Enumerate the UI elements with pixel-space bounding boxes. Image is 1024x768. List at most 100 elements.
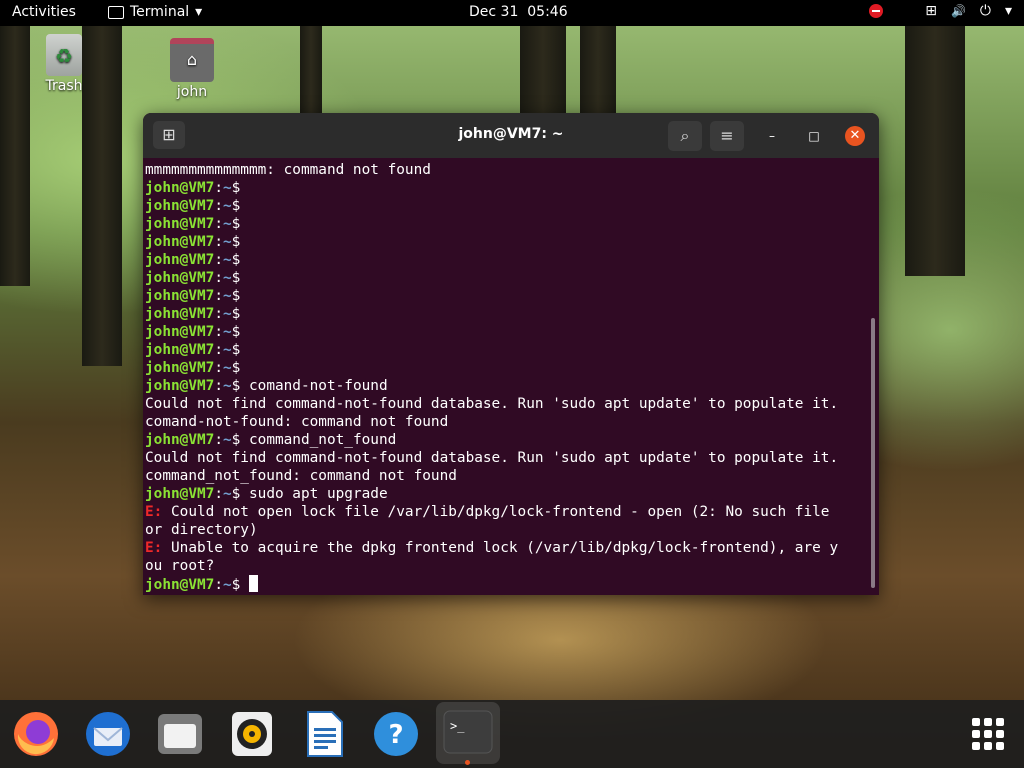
terminal-line: Could not find command-not-found databas… [145,395,865,413]
files-icon [158,714,202,754]
terminal-line: john@VM7:~$ comand-not-found [145,377,865,395]
terminal-line: john@VM7:~$ [145,359,865,377]
menu-button[interactable]: ≡ [710,121,744,151]
prompt-separator: : [214,342,223,358]
volume-icon[interactable]: 🔊 [951,4,966,18]
terminal-glyph: >_ [450,719,465,733]
output-text: command_not_found: command not found [145,468,457,484]
error-tag: E: [145,540,163,556]
clock[interactable]: Dec 31 05:46 [469,4,568,20]
terminal-line: E: Could not open lock file /var/lib/dpk… [145,503,865,521]
rhythmbox-icon [232,712,272,756]
grid-icon [972,718,980,726]
chevron-down-icon[interactable]: ▾ [1005,3,1012,19]
search-button[interactable]: ⌕ [668,121,702,151]
app-menu[interactable]: Terminal ▾ [108,4,202,20]
text-cursor[interactable] [249,575,258,592]
scrollbar[interactable] [871,318,875,588]
firefox-icon [14,712,58,756]
prompt-symbol: $ [231,306,241,322]
prompt-path: ~ [222,486,232,502]
title-bar[interactable]: ⊞ john@VM7: ~ ⌕ ≡ – □ ✕ [143,113,879,158]
dock-files[interactable] [156,710,204,758]
dock-help[interactable]: ? [372,710,420,758]
prompt-separator: : [214,216,223,232]
power-icon[interactable]: ⏻ [980,3,991,19]
desktop-icon-trash[interactable]: ♻ Trash [34,34,94,94]
prompt-separator: : [214,432,223,448]
terminal-line: mmmmmmmmmmmmmm: command not found [145,161,865,179]
prompt-separator: : [214,360,223,376]
prompt-symbol: $ [231,180,241,196]
prompt-path: ~ [222,432,232,448]
system-tray[interactable]: ⊞ 🔊 ⏻ ▾ [869,3,1012,19]
maximize-button[interactable]: □ [804,126,824,146]
terminal-line: command_not_found: command not found [145,467,865,485]
terminal-output[interactable]: mmmmmmmmmmmmmm: command not found john@VM… [145,158,865,595]
terminal-icon: >_ [443,710,493,754]
dock-thunderbird[interactable] [84,710,132,758]
wallpaper-tree [520,26,566,116]
terminal-window[interactable]: ⊞ john@VM7: ~ ⌕ ≡ – □ ✕ mmmmmmmmmmmmmm: … [143,113,879,595]
prompt-separator: : [214,288,223,304]
terminal-line: E: Unable to acquire the dpkg frontend l… [145,539,865,557]
prompt-separator: : [214,180,223,196]
show-applications-button[interactable] [972,718,1004,750]
prompt-separator: : [214,486,223,502]
terminal-line: john@VM7:~$ [145,287,865,305]
dock-terminal[interactable]: >_ [436,702,500,764]
terminal-line: john@VM7:~$ [145,323,865,341]
prompt-symbol: $ [231,270,241,286]
terminal-line: ou root? [145,557,865,575]
prompt-symbol: $ [231,288,241,304]
prompt-symbol: $ [231,234,241,250]
terminal-line: john@VM7:~$ [145,575,865,593]
terminal-line: john@VM7:~$ [145,251,865,269]
prompt-user: john@VM7 [145,180,215,196]
activities-button[interactable]: Activities [12,4,76,20]
desktop-icon-label: john [176,84,208,100]
help-icon: ? [374,712,418,756]
wallpaper-tree [0,26,30,286]
output-text: Could not find command-not-found databas… [145,396,839,412]
app-menu-label: Terminal [130,4,190,20]
do-not-disturb-icon[interactable] [869,4,884,18]
terminal-line: john@VM7:~$ [145,233,865,251]
prompt-user: john@VM7 [145,288,215,304]
prompt-separator: : [214,306,223,322]
dock: ? >_ [0,700,1024,768]
network-icon[interactable]: ⊞ [925,3,937,19]
wallpaper-tree [580,26,616,116]
prompt-path: ~ [222,342,232,358]
prompt-user: john@VM7 [145,270,215,286]
trash-icon: ♻ [46,34,82,76]
prompt-user: john@VM7 [145,252,215,268]
dock-firefox[interactable] [12,710,60,758]
error-text: Could not open lock file /var/lib/dpkg/l… [162,504,830,520]
prompt-user: john@VM7 [145,324,215,340]
dock-rhythmbox[interactable] [228,710,276,758]
desktop-icon-home[interactable]: ⌂ john [162,38,222,100]
output-text: Could not find command-not-found databas… [145,450,839,466]
prompt-symbol: $ [231,198,241,214]
close-button[interactable]: ✕ [845,126,865,146]
prompt-path: ~ [222,180,232,196]
dock-libreoffice-writer[interactable] [300,710,348,758]
output-text: or directory) [145,522,258,538]
output-text: ou root? [145,558,215,574]
prompt-path: ~ [222,577,232,593]
wallpaper-tree [905,26,965,276]
prompt-path: ~ [222,306,232,322]
minimize-button[interactable]: – [762,126,782,146]
prompt-path: ~ [222,360,232,376]
command-text: sudo apt upgrade [240,486,388,502]
error-text: Unable to acquire the dpkg frontend lock… [162,540,839,556]
command-text: command_not_found [240,432,397,448]
prompt-symbol: $ [231,360,241,376]
terminal-line: john@VM7:~$ [145,269,865,287]
prompt-user: john@VM7 [145,432,215,448]
prompt-separator: : [214,378,223,394]
prompt-user: john@VM7 [145,234,215,250]
terminal-line: Could not find command-not-found databas… [145,449,865,467]
prompt-path: ~ [222,270,232,286]
